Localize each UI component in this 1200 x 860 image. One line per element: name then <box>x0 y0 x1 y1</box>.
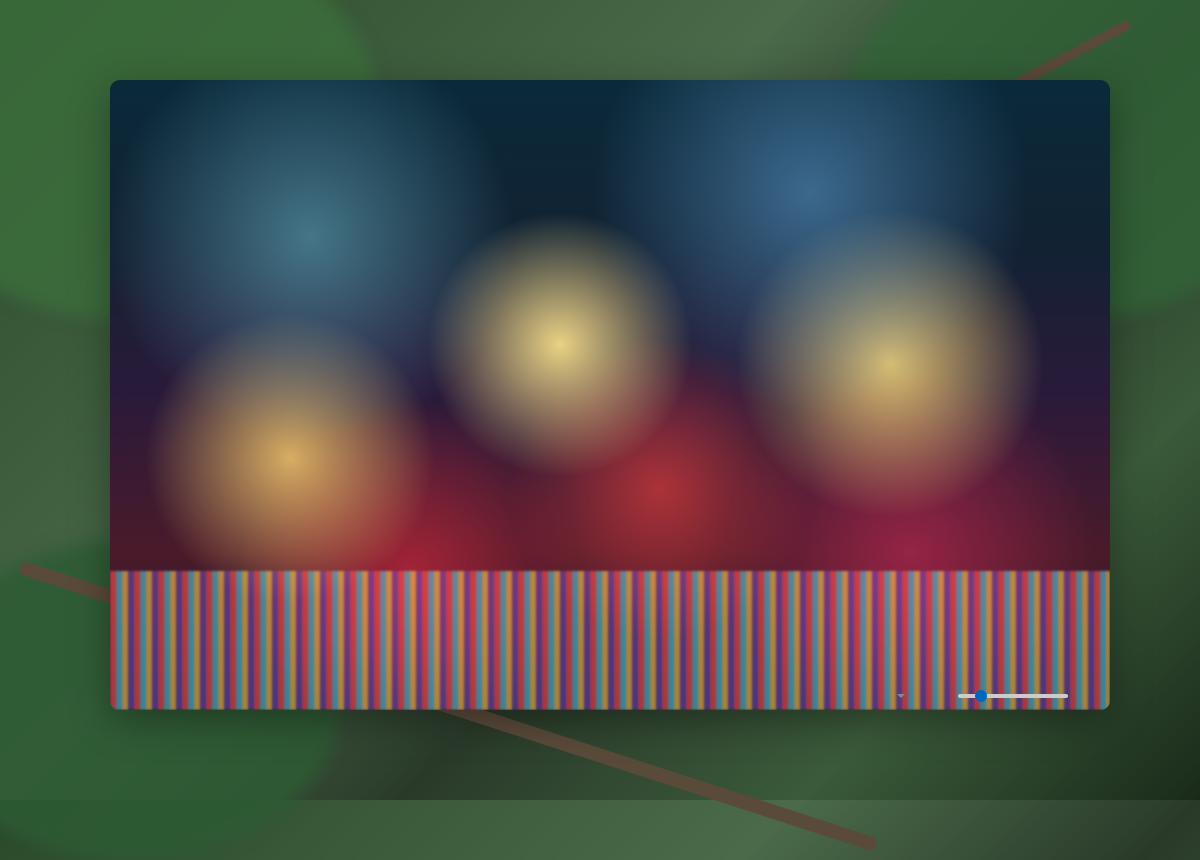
paint-window: Untitled - Paint File Edit View Selectio… <box>110 80 1110 710</box>
zoom-slider[interactable] <box>958 694 1068 698</box>
cocreator-panel: Cocreator PREVIEW Describe what you'd li… <box>820 236 1110 680</box>
variant-list <box>837 487 1094 567</box>
workspace: Cocreator PREVIEW Describe what you'd li… <box>110 236 1110 680</box>
variant-3[interactable] <box>1013 487 1093 567</box>
